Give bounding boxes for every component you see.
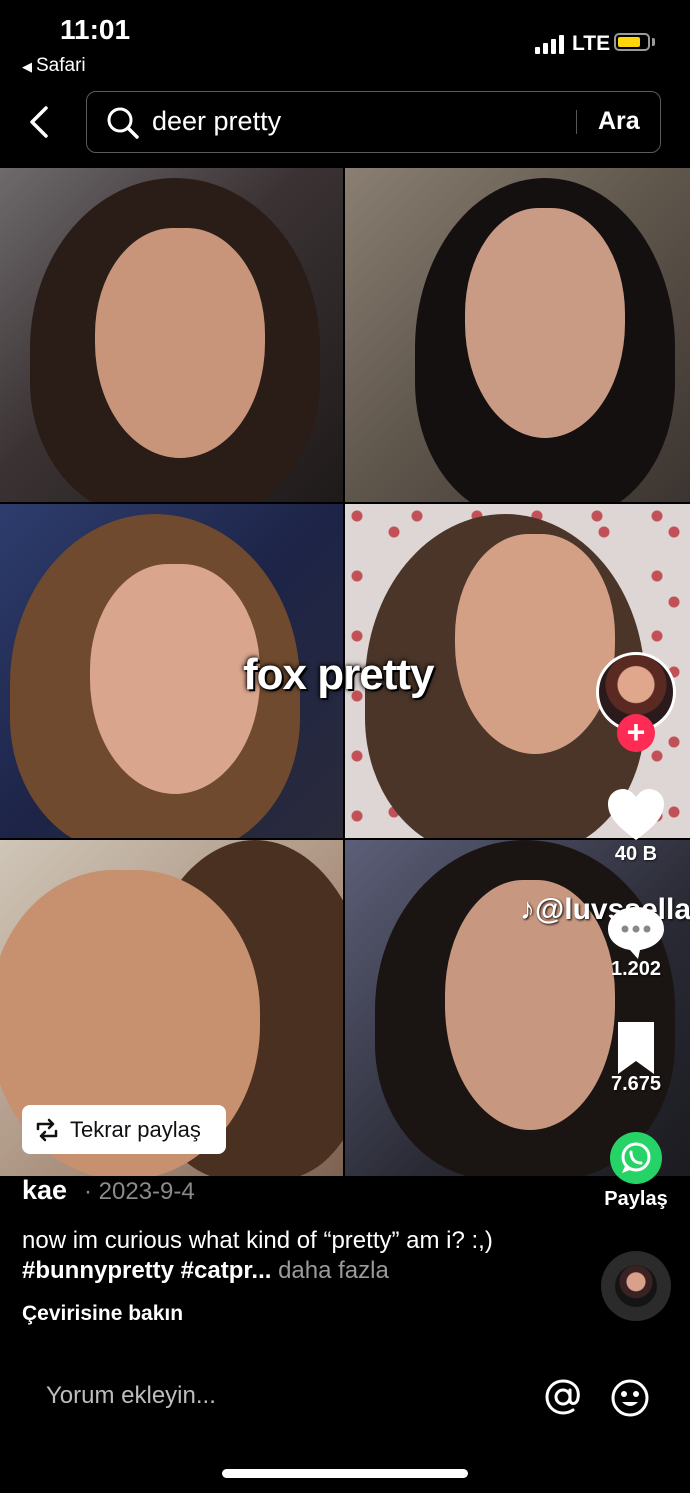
share-label: Paylaş [604,1188,668,1210]
comment-input[interactable]: Yorum ekleyin... [46,1382,216,1410]
mention-icon[interactable] [544,1378,582,1416]
caption-hashtags[interactable]: #bunnypretty #catpr... [22,1257,271,1284]
author-name[interactable]: kae [22,1175,67,1206]
battery-icon [614,33,650,51]
search-icon [107,107,139,139]
caption[interactable]: now im curious what kind of “pretty” am … [22,1226,542,1286]
back-triangle-icon: ◀ [22,59,32,74]
back-to-app-link[interactable]: ◀ Safari [22,55,86,77]
comment-icon[interactable] [604,903,668,963]
whatsapp-icon [621,1142,651,1173]
caption-text: now im curious what kind of “pretty” am … [22,1227,493,1254]
heart-icon[interactable] [604,786,668,846]
signal-icon [535,35,564,54]
status-time: 11:01 [60,14,131,45]
search-input[interactable]: deer pretty [152,106,281,137]
video-frame-photo [345,840,690,1176]
battery-tip [652,38,655,46]
music-disc[interactable] [601,1251,671,1321]
search-submit-button[interactable]: Ara [598,107,640,136]
back-arrow-icon[interactable] [22,104,58,140]
search-divider [576,110,577,134]
post-date: · 2023-9-4 [84,1178,195,1205]
more-link[interactable]: daha fazla [271,1257,389,1284]
network-label: LTE [572,32,611,55]
emoji-icon[interactable] [610,1378,650,1418]
comment-count: 1.202 [610,958,662,980]
video-overlay-text: fox pretty [243,650,434,699]
see-translation-link[interactable]: Çevirisine bakın [22,1302,183,1326]
bookmark-icon[interactable] [604,1018,668,1078]
video-frame-photo [345,168,690,502]
follow-button[interactable]: + [617,714,655,752]
tiktok-logo-icon: ♪ [520,893,535,926]
whatsapp-share-button[interactable] [610,1132,662,1184]
like-count: 40 B [614,843,658,865]
repost-button[interactable]: Tekrar paylaş [22,1105,226,1154]
repost-label: Tekrar paylaş [70,1116,201,1142]
save-count: 7.675 [610,1073,662,1095]
repost-icon [36,1118,58,1141]
video-frame-photo [0,168,343,502]
home-indicator [222,1469,468,1478]
back-app-label: Safari [36,55,86,76]
